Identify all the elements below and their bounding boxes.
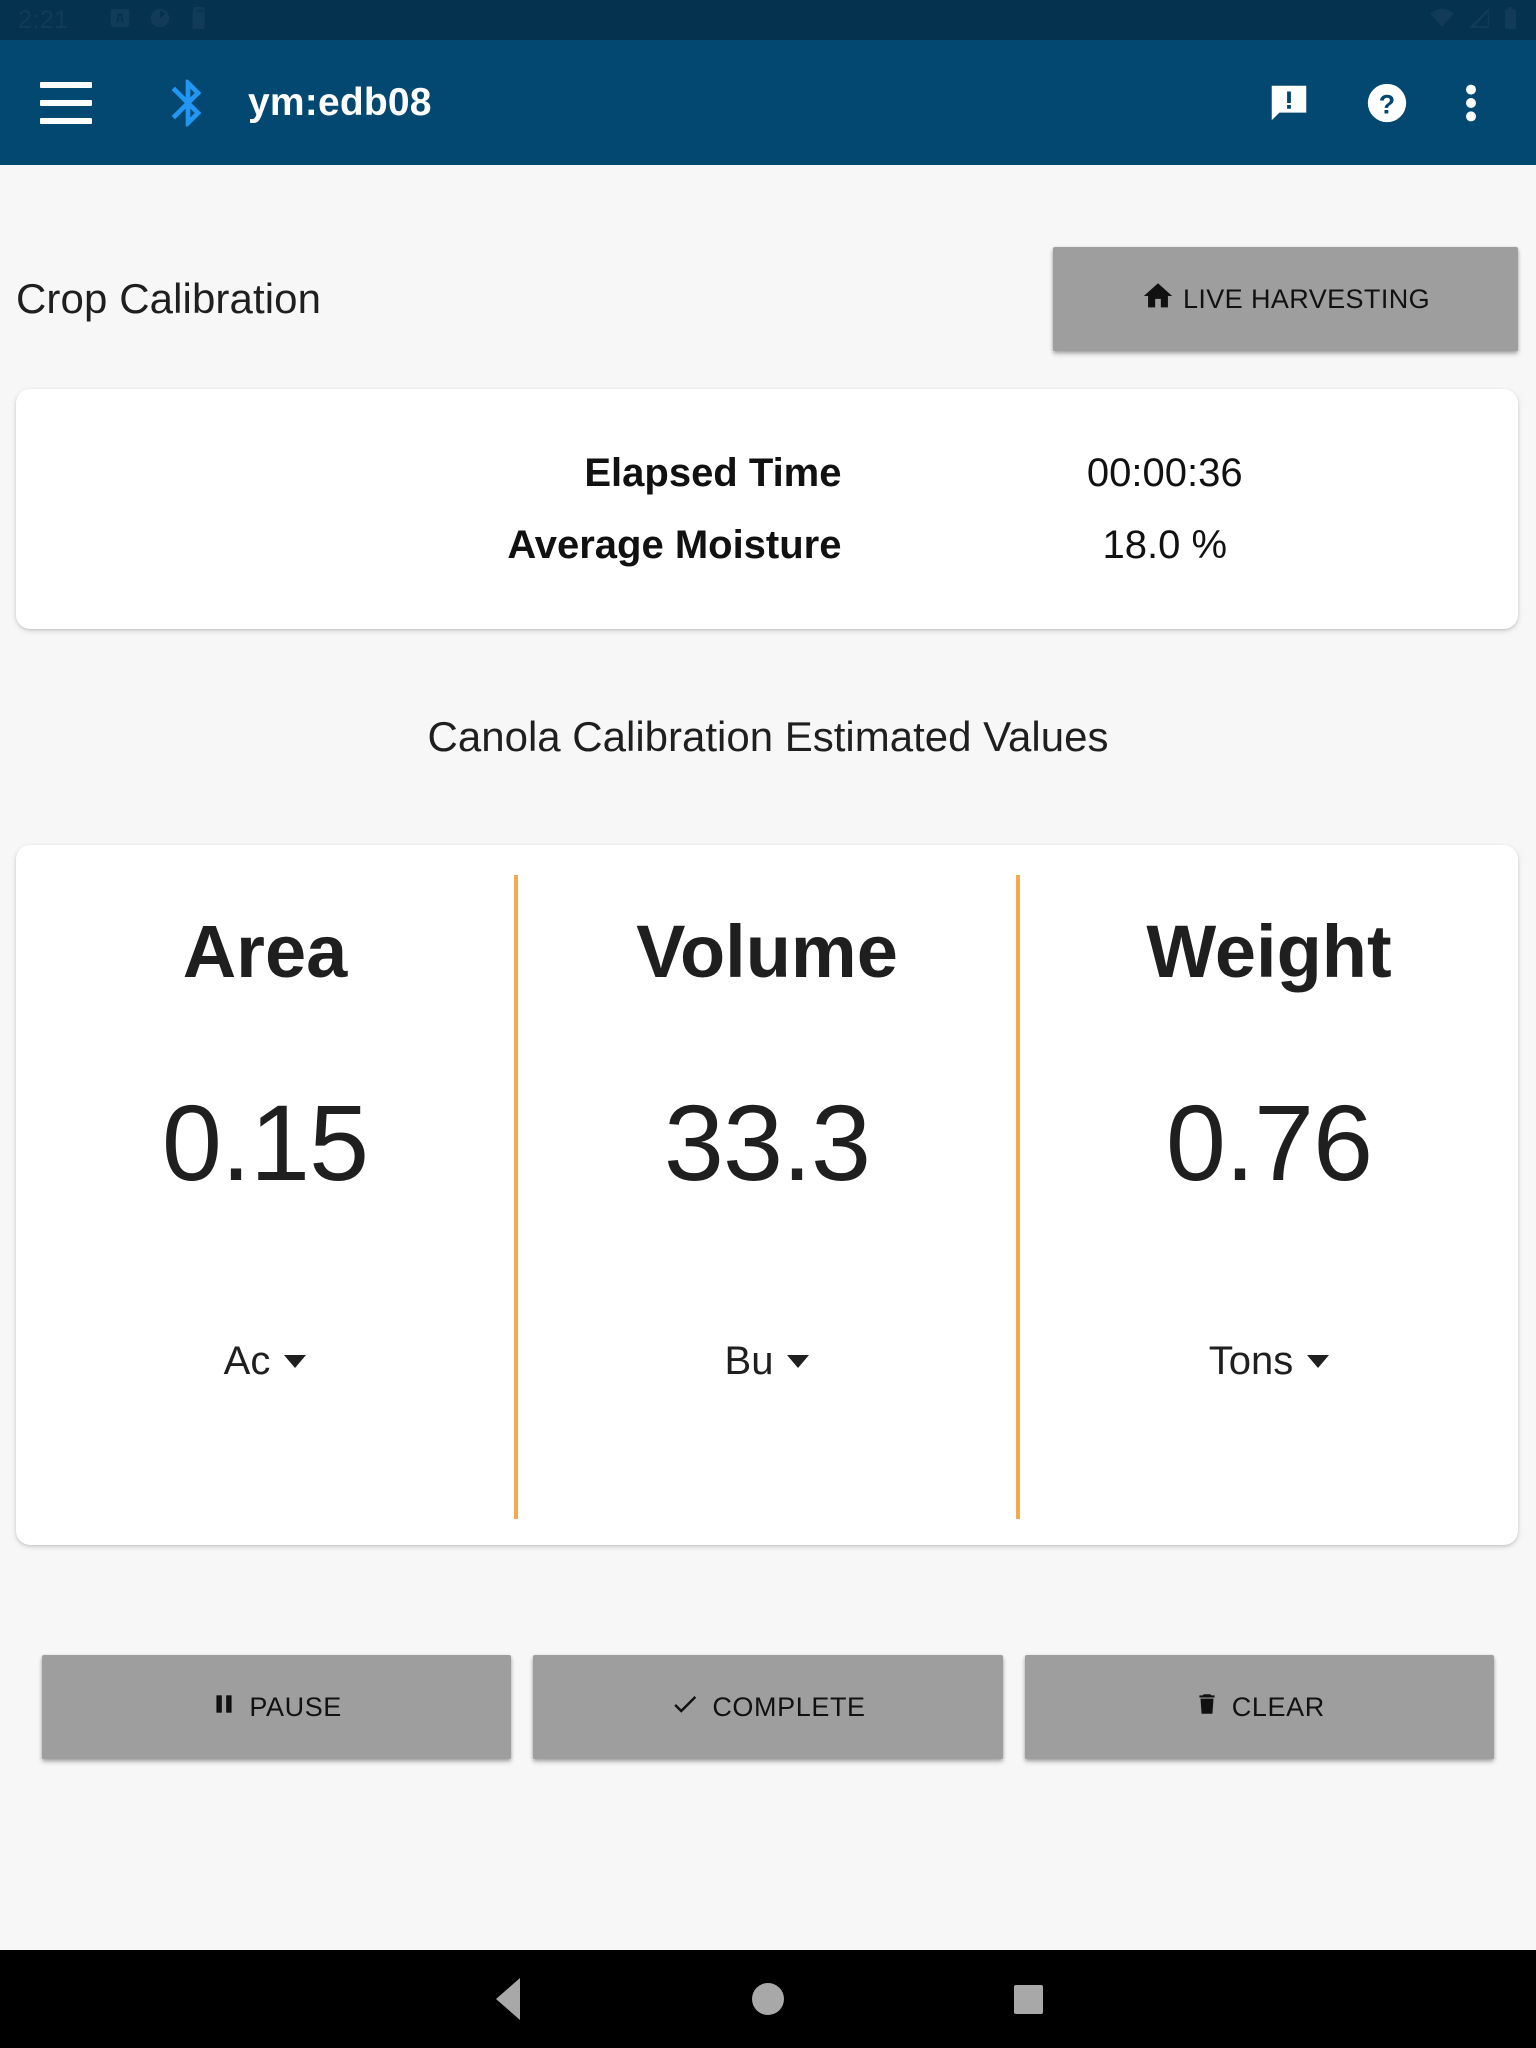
toolbar-title: ym:edb08: [248, 80, 432, 124]
live-harvesting-label: LIVE HARVESTING: [1182, 283, 1431, 314]
svg-text:A: A: [115, 10, 124, 25]
overflow-menu-icon[interactable]: [1462, 80, 1480, 126]
sd-card-icon: [189, 6, 209, 34]
status-bar-left: 2:21 A: [18, 6, 209, 35]
summary-row-elapsed-time: Elapsed Time 00:00:36: [22, 437, 1512, 509]
back-triangle-icon[interactable]: [468, 1959, 548, 2039]
value-column-area: Area 0.15 Ac: [16, 845, 514, 1545]
live-harvesting-button[interactable]: LIVE HARVESTING: [1053, 247, 1518, 351]
home-icon: [1141, 279, 1175, 320]
elapsed-time-value: 00:00:36: [1086, 450, 1243, 495]
action-buttons-row: PAUSE COMPLETE CLEAR: [42, 1655, 1518, 1759]
volume-unit-label: Bu: [724, 1339, 774, 1383]
summary-row-average-moisture: Average Moisture 18.0 %: [22, 509, 1512, 581]
weight-value: 0.76: [1165, 1082, 1373, 1203]
summary-card: Elapsed Time 00:00:36 Average Moisture 1…: [16, 389, 1518, 629]
hamburger-bar: [40, 81, 92, 88]
home-circle-icon[interactable]: [728, 1959, 808, 2039]
app-toolbar: ym:edb08 ?: [0, 40, 1536, 165]
area-unit-dropdown[interactable]: Ac: [224, 1339, 307, 1384]
chevron-down-icon: [284, 1355, 307, 1368]
estimated-values-card: Area 0.15 Ac Volume 33.3 Bu Weight 0.76 …: [16, 845, 1518, 1545]
complete-label: COMPLETE: [712, 1691, 866, 1722]
back-glyph: [496, 1978, 520, 2020]
recents-glyph: [1013, 1984, 1043, 2014]
volume-unit-dropdown[interactable]: Bu: [725, 1339, 810, 1384]
help-icon[interactable]: ?: [1364, 80, 1410, 126]
hamburger-bar: [40, 117, 92, 124]
battery-icon: [1503, 6, 1518, 34]
clear-button[interactable]: CLEAR: [1024, 1655, 1494, 1759]
pause-icon: [211, 1689, 237, 1726]
complete-button[interactable]: COMPLETE: [533, 1655, 1003, 1759]
area-label: Area: [182, 910, 348, 993]
page-header: Crop Calibration LIVE HARVESTING: [0, 247, 1536, 351]
svg-text:?: ?: [1379, 89, 1395, 119]
elapsed-time-label: Elapsed Time: [584, 450, 842, 495]
toolbar-actions: ?: [1266, 80, 1480, 126]
value-column-weight: Weight 0.76 Tons: [1020, 845, 1518, 1545]
weight-unit-dropdown[interactable]: Tons: [1209, 1339, 1330, 1384]
weight-label: Weight: [1146, 910, 1392, 993]
android-navigation-bar: [0, 1950, 1536, 2048]
weight-unit-label: Tons: [1208, 1339, 1294, 1383]
average-moisture-value: 18.0 %: [1102, 522, 1228, 567]
average-moisture-label: Average Moisture: [507, 522, 842, 567]
hamburger-bar: [40, 99, 92, 106]
app-badge-icon: A: [109, 7, 131, 34]
chevron-down-icon: [787, 1355, 810, 1368]
clear-label: CLEAR: [1231, 1691, 1325, 1722]
area-value: 0.15: [161, 1082, 369, 1203]
status-bar: 2:21 A: [0, 0, 1536, 40]
circle-app-icon: [149, 7, 171, 34]
home-glyph: [752, 1983, 784, 2015]
hamburger-menu-icon[interactable]: [40, 81, 92, 124]
status-bar-right: [1429, 6, 1518, 34]
cellular-signal-icon: [1467, 7, 1491, 34]
main-content: Crop Calibration LIVE HARVESTING Elapsed…: [0, 165, 1536, 1950]
volume-value: 33.3: [663, 1082, 871, 1203]
bluetooth-icon: [160, 75, 216, 131]
value-column-volume: Volume 33.3 Bu: [518, 845, 1016, 1545]
volume-label: Volume: [636, 910, 898, 993]
recents-square-icon[interactable]: [988, 1959, 1068, 2039]
check-icon: [670, 1689, 700, 1726]
pause-label: PAUSE: [249, 1691, 342, 1722]
feedback-icon[interactable]: [1266, 80, 1312, 126]
page-title: Crop Calibration: [16, 275, 322, 322]
app-screen: 2:21 A ym:edb08 ? Crop Calibration LIVE …: [0, 0, 1536, 2048]
section-title: Canola Calibration Estimated Values: [427, 713, 1109, 760]
chevron-down-icon: [1307, 1355, 1330, 1368]
wifi-icon: [1429, 7, 1455, 34]
area-unit-label: Ac: [223, 1339, 271, 1383]
status-clock: 2:21: [18, 5, 69, 34]
trash-icon: [1194, 1689, 1220, 1726]
pause-button[interactable]: PAUSE: [42, 1655, 512, 1759]
